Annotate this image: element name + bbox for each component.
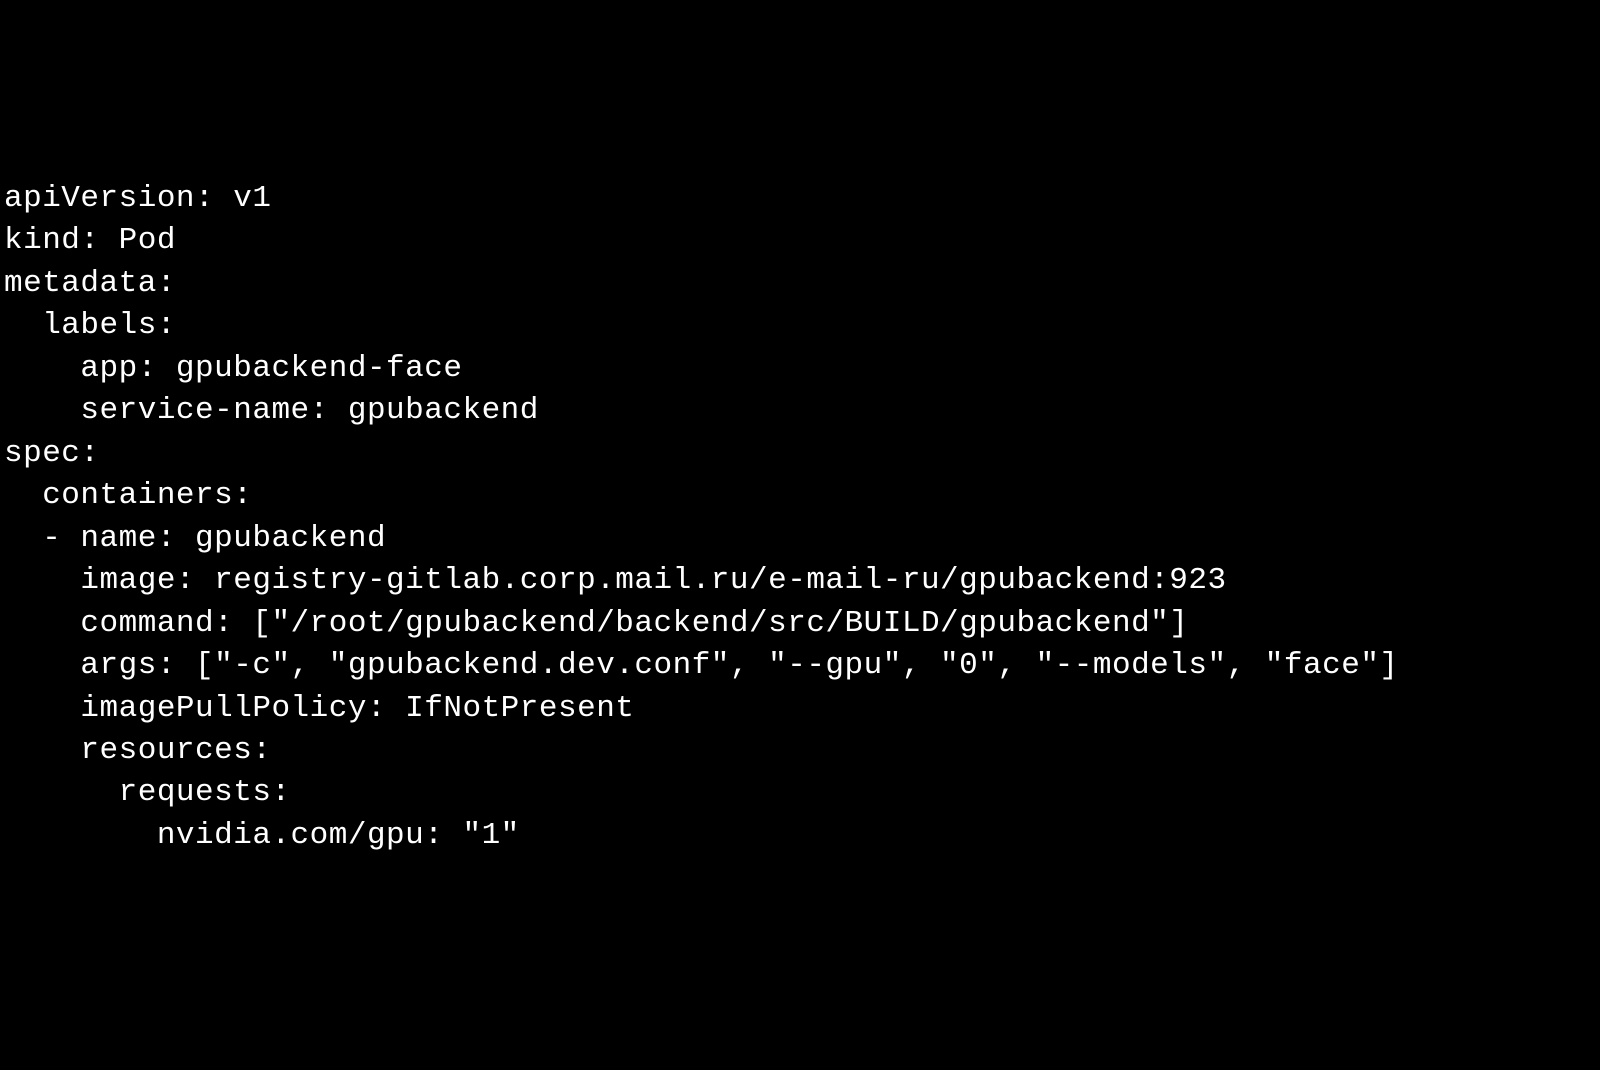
yaml-code-block: apiVersion: v1 kind: Pod metadata: label… <box>4 178 1596 858</box>
code-line: service-name: gpubackend <box>4 393 539 428</box>
code-line: imagePullPolicy: IfNotPresent <box>4 691 634 726</box>
code-line: nvidia.com/gpu: "1" <box>4 818 520 853</box>
code-line: args: ["-c", "gpubackend.dev.conf", "--g… <box>4 648 1399 683</box>
code-line: containers: <box>4 478 252 513</box>
code-line: metadata: <box>4 266 176 301</box>
code-line: command: ["/root/gpubackend/backend/src/… <box>4 606 1188 641</box>
code-line: labels: <box>4 308 176 343</box>
code-line: requests: <box>4 775 291 810</box>
code-line: kind: Pod <box>4 223 176 258</box>
code-line: apiVersion: v1 <box>4 181 271 216</box>
code-line: spec: <box>4 436 100 471</box>
code-line: - name: gpubackend <box>4 521 386 556</box>
code-line: resources: <box>4 733 271 768</box>
code-line: app: gpubackend-face <box>4 351 462 386</box>
code-line: image: registry-gitlab.corp.mail.ru/e-ma… <box>4 563 1227 598</box>
